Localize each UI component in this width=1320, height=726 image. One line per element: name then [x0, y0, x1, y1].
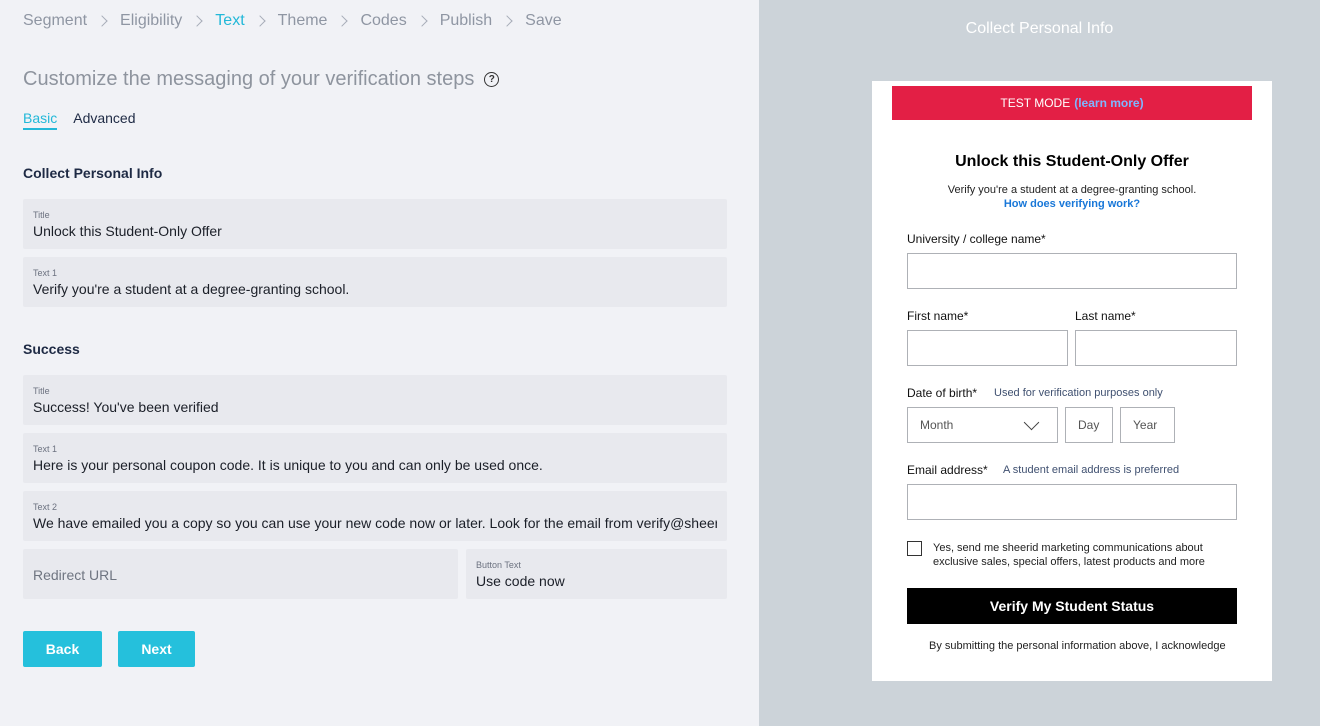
first-name-label: First name* — [907, 309, 969, 323]
field-value[interactable]: Verify you're a student at a degree-gran… — [33, 281, 717, 297]
next-button[interactable]: Next — [118, 631, 195, 667]
preview-panel-title: Collect Personal Info — [965, 20, 1114, 37]
chevron-down-icon — [1023, 414, 1040, 431]
field-label: Title — [33, 210, 50, 220]
year-input[interactable]: Year — [1120, 407, 1175, 443]
step-text[interactable]: Text — [215, 11, 244, 31]
step-codes[interactable]: Codes — [360, 11, 406, 31]
success-text2-field[interactable]: Text 2 We have emailed you a copy so you… — [23, 491, 727, 541]
help-icon[interactable]: ? — [484, 72, 500, 87]
field-value[interactable]: Use code now — [476, 573, 717, 589]
section-collect-title: Collect Personal Info — [23, 165, 163, 181]
tab-bar: Basic Advanced — [23, 110, 152, 130]
page-heading: Customize the messaging of your verifica… — [23, 68, 500, 91]
marketing-optin-text: Yes, send me sheerid marketing communica… — [933, 542, 1205, 568]
field-label: Text 1 — [33, 444, 58, 454]
field-label: Text 2 — [33, 502, 58, 512]
form-title: Unlock this Student-Only Offer — [955, 153, 1189, 170]
step-publish[interactable]: Publish — [440, 11, 492, 31]
chevron-right-icon — [191, 15, 203, 27]
collect-text1-field[interactable]: Text 1 Verify you're a student at a degr… — [23, 257, 727, 307]
step-theme[interactable]: Theme — [278, 11, 328, 31]
month-select[interactable]: Month — [907, 407, 1058, 443]
success-title-field[interactable]: Title Success! You've been verified — [23, 375, 727, 425]
email-input[interactable] — [907, 484, 1237, 520]
field-placeholder: Redirect URL — [33, 567, 118, 583]
field-value[interactable]: Unlock this Student-Only Offer — [33, 223, 717, 239]
field-value[interactable]: We have emailed you a copy so you can us… — [33, 515, 717, 531]
last-name-input[interactable] — [1075, 330, 1237, 366]
day-placeholder: Day — [1078, 418, 1100, 432]
last-name-label: Last name* — [1075, 309, 1136, 323]
field-value[interactable]: Here is your personal coupon code. It is… — [33, 457, 717, 473]
chevron-right-icon — [96, 15, 108, 27]
test-mode-text: TEST MODE — [1000, 96, 1071, 110]
button-text-field[interactable]: Button Text Use code now — [466, 549, 727, 599]
university-input[interactable] — [907, 253, 1237, 289]
collect-title-field[interactable]: Title Unlock this Student-Only Offer — [23, 199, 727, 249]
legal-text: By submitting the personal information a… — [929, 640, 1226, 652]
preview-panel: Collect Personal Info TEST MODE (learn m… — [759, 0, 1320, 726]
section-success-title: Success — [23, 341, 80, 357]
university-label: University / college name* — [907, 232, 1046, 246]
month-placeholder: Month — [920, 418, 954, 432]
field-label: Text 1 — [33, 268, 58, 278]
verify-submit-button[interactable]: Verify My Student Status — [907, 588, 1237, 624]
success-text1-field[interactable]: Text 1 Here is your personal coupon code… — [23, 433, 727, 483]
how-verifying-works-link[interactable]: How does verifying work? — [872, 198, 1272, 210]
dob-hint: Used for verification purposes only — [994, 387, 1163, 399]
step-eligibility[interactable]: Eligibility — [120, 11, 182, 31]
preview-form-card: TEST MODE (learn more) Unlock this Stude… — [872, 81, 1272, 681]
email-label: Email address* — [907, 463, 988, 477]
day-input[interactable]: Day — [1065, 407, 1113, 443]
field-label: Title — [33, 386, 50, 396]
field-label: Button Text — [476, 560, 521, 570]
email-hint: A student email address is preferred — [1003, 464, 1180, 476]
field-value[interactable]: Success! You've been verified — [33, 399, 717, 415]
redirect-url-field[interactable]: Redirect URL — [23, 549, 458, 599]
test-mode-banner: TEST MODE (learn more) — [892, 86, 1252, 120]
page-title: Customize the messaging of your verifica… — [23, 68, 475, 90]
marketing-optin-checkbox[interactable] — [907, 541, 922, 556]
chevron-right-icon — [501, 15, 513, 27]
form-subtitle: Verify you're a student at a degree-gran… — [947, 184, 1197, 196]
first-name-input[interactable] — [907, 330, 1068, 366]
chevron-right-icon — [253, 15, 266, 27]
learn-more-link[interactable]: (learn more) — [1074, 96, 1143, 110]
dob-label: Date of birth* — [907, 386, 978, 400]
breadcrumb: Segment Eligibility Text Theme Codes Pub… — [23, 11, 562, 31]
back-button[interactable]: Back — [23, 631, 102, 667]
tab-basic[interactable]: Basic — [23, 110, 58, 130]
step-segment[interactable]: Segment — [23, 11, 87, 31]
editor-panel: Segment Eligibility Text Theme Codes Pub… — [0, 0, 760, 726]
step-save[interactable]: Save — [525, 11, 561, 31]
tab-advanced[interactable]: Advanced — [73, 110, 135, 130]
chevron-right-icon — [416, 15, 428, 27]
chevron-right-icon — [336, 15, 349, 27]
year-placeholder: Year — [1133, 418, 1158, 432]
